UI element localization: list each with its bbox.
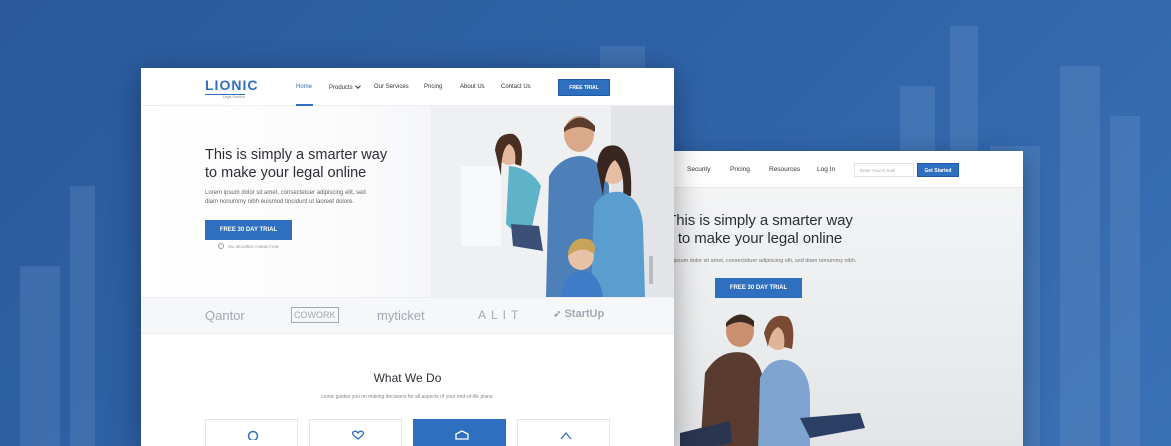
- service-card-active[interactable]: [413, 419, 506, 446]
- service-card[interactable]: [309, 419, 402, 446]
- nav-about-us[interactable]: About Us: [460, 84, 485, 90]
- rocket-icon: ➶: [553, 309, 562, 320]
- what-we-do-section: What We Do Lionic guides you on making d…: [141, 334, 674, 446]
- what-we-do-subtitle: Lionic guides you on making decisions fo…: [321, 394, 494, 400]
- nav-security[interactable]: Security: [687, 166, 710, 173]
- heart-icon: [351, 430, 365, 440]
- hero-description: Lorem ipsum dolor sit amet, consectetuer…: [205, 190, 366, 205]
- service-card[interactable]: [517, 419, 610, 446]
- free-trial-button[interactable]: FREE TRIAL: [558, 79, 610, 96]
- what-we-do-title: What We Do: [373, 371, 442, 385]
- partner-myticket: myticket: [377, 308, 425, 323]
- main-navbar: LIONIC Legal Solution Home Products Our …: [141, 68, 674, 106]
- partner-logos: Qantor COWORK myticket ALIT ➶ StartUp: [141, 297, 674, 334]
- family-photo: [431, 106, 674, 297]
- nav-contact-us[interactable]: Contact Us: [501, 84, 531, 90]
- hero-trial-button[interactable]: FREE 30 DAY TRIAL: [205, 220, 292, 240]
- couple-photo: [680, 314, 865, 446]
- nav-pricing[interactable]: Pricing: [730, 166, 750, 173]
- nav-login[interactable]: Log In: [817, 166, 835, 173]
- main-page-mockup: LIONIC Legal Solution Home Products Our …: [141, 68, 674, 446]
- lionic-logo[interactable]: LIONIC Legal Solution: [205, 77, 258, 99]
- ssl-note: SSL SECURED CONNECTION: [228, 245, 279, 249]
- partner-cowork: COWORK: [291, 307, 339, 323]
- document-icon: [455, 430, 469, 440]
- partner-startup: ➶ StartUp: [553, 308, 605, 320]
- secondary-trial-button[interactable]: FREE 30 DAY TRIAL: [715, 278, 802, 298]
- hero-title: This is simply a smarter way to make you…: [205, 147, 388, 181]
- nav-products[interactable]: Products: [329, 83, 362, 91]
- nav-resources[interactable]: Resources: [769, 166, 800, 173]
- nav-home[interactable]: Home: [296, 84, 312, 90]
- get-started-button[interactable]: Get Started: [917, 163, 959, 177]
- check-circle-icon: [218, 243, 224, 249]
- home-icon: [560, 431, 572, 440]
- service-card[interactable]: [205, 419, 298, 446]
- partner-qantor: Qantor: [205, 308, 245, 323]
- email-field[interactable]: Enter Your E-mail: [854, 163, 914, 177]
- nav-pricing[interactable]: Pricing: [424, 84, 442, 90]
- user-icon: [247, 430, 259, 440]
- partner-alit: ALIT: [478, 308, 524, 322]
- chevron-down-icon: [355, 83, 362, 89]
- main-hero: This is simply a smarter way to make you…: [141, 106, 674, 297]
- nav-our-services[interactable]: Our Services: [374, 84, 409, 90]
